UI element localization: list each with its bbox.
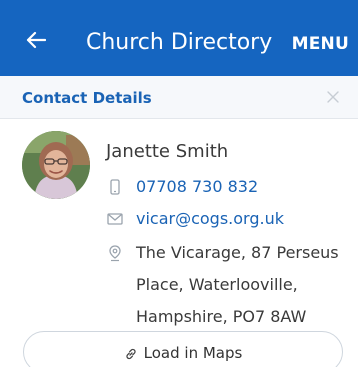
section-header: Contact Details	[0, 76, 358, 119]
menu-button[interactable]: MENU	[292, 32, 349, 56]
link-icon	[126, 348, 136, 360]
envelope-icon	[107, 213, 123, 225]
contact-details-screen: Church Directory MENU Contact Details Ja…	[0, 0, 358, 367]
mobile-phone-icon	[110, 179, 120, 195]
back-button[interactable]	[18, 22, 54, 58]
load-in-maps-button[interactable]: Load in Maps	[23, 331, 343, 367]
avatar	[22, 131, 90, 199]
address-line-3: Hampshire, PO7 8AW	[136, 307, 307, 326]
app-bar: Church Directory MENU	[0, 0, 358, 76]
section-title: Contact Details	[22, 89, 152, 107]
avatar-photo	[22, 131, 90, 199]
contact-name: Janette Smith	[106, 141, 229, 162]
phone-link[interactable]: 07708 730 832	[136, 176, 258, 198]
address-line-1: The Vicarage, 87 Perseus	[136, 243, 339, 262]
arrow-left-icon	[26, 31, 46, 49]
load-in-maps-content: Load in Maps	[24, 343, 342, 363]
load-in-maps-label: Load in Maps	[143, 344, 243, 362]
close-icon	[327, 91, 339, 103]
map-pin-icon	[109, 245, 121, 262]
email-link[interactable]: vicar@cogs.org.uk	[136, 208, 284, 230]
close-button[interactable]	[324, 88, 342, 106]
address-line-2: Place, Waterlooville,	[136, 275, 298, 294]
page-title: Church Directory	[86, 30, 273, 55]
